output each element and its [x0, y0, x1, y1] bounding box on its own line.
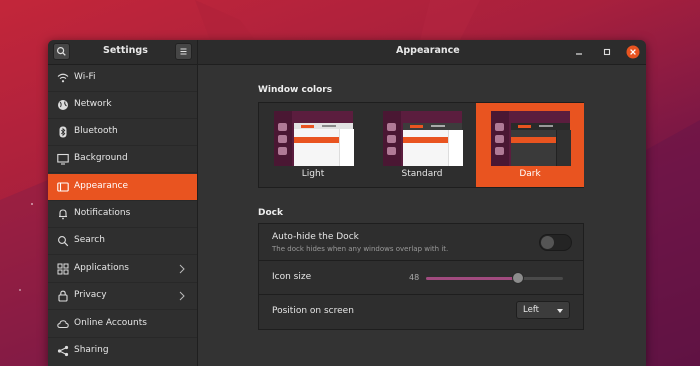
- sidebar-item-label: Bluetooth: [74, 126, 118, 136]
- bluetooth-icon: [59, 126, 67, 138]
- chevron-right-icon: [179, 264, 185, 274]
- theme-option-light[interactable]: Light: [259, 103, 367, 187]
- sidebar-item-applications[interactable]: Applications: [48, 256, 197, 283]
- background-icon: [57, 153, 69, 165]
- sidebar-item-wifi[interactable]: Wi-Fi: [48, 65, 197, 92]
- sidebar-item-search[interactable]: Search: [48, 228, 197, 255]
- dock-settings: Auto-hide the Dock The dock hides when a…: [258, 223, 584, 330]
- header-bar: Settings Appearance: [48, 40, 646, 65]
- sidebar-item-label: Search: [74, 235, 105, 245]
- lock-icon: [58, 290, 68, 302]
- theme-preview: [383, 111, 463, 166]
- sidebar-item-appearance[interactable]: Appearance: [48, 174, 197, 201]
- search-icon: [56, 46, 66, 56]
- settings-window: Settings Appearance Wi-Fi Network Blueto…: [48, 40, 646, 366]
- sidebar-item-privacy[interactable]: Privacy: [48, 283, 197, 310]
- sidebar-item-background[interactable]: Background: [48, 146, 197, 173]
- theme-preview: [274, 111, 354, 166]
- sidebar-item-label: Notifications: [74, 208, 131, 218]
- close-icon[interactable]: [626, 45, 640, 59]
- sidebar-item-label: Privacy: [74, 290, 107, 300]
- window-colors-chooser: Light Standard Dark: [258, 102, 584, 188]
- autohide-label: Auto-hide the Dock: [272, 232, 359, 242]
- position-label: Position on screen: [272, 306, 354, 316]
- sidebar-item-network[interactable]: Network: [48, 92, 197, 119]
- theme-label: Light: [301, 169, 325, 179]
- sidebar-item-label: Background: [74, 153, 128, 163]
- position-dropdown[interactable]: Left: [516, 301, 570, 319]
- apps-grid-icon: [57, 263, 69, 275]
- position-row: Position on screen Left: [259, 295, 583, 329]
- maximize-icon[interactable]: [600, 45, 614, 59]
- share-icon: [57, 345, 69, 357]
- theme-option-standard[interactable]: Standard: [368, 103, 476, 187]
- appearance-icon: [57, 182, 69, 192]
- slider-handle[interactable]: [511, 272, 524, 284]
- icon-size-value: 48: [409, 273, 420, 282]
- sidebar-item-bluetooth[interactable]: Bluetooth: [48, 119, 197, 146]
- chevron-down-icon: [557, 309, 563, 313]
- sidebar-item-label: Appearance: [74, 181, 129, 191]
- sidebar-item-label: Wi-Fi: [74, 72, 96, 82]
- search-icon: [58, 236, 69, 247]
- theme-label: Dark: [519, 169, 541, 179]
- wifi-icon: [57, 73, 69, 83]
- autohide-row: Auto-hide the Dock The dock hides when a…: [259, 224, 583, 261]
- window-colors-heading: Window colors: [258, 85, 333, 95]
- sidebar-item-sharing[interactable]: Sharing: [48, 338, 197, 365]
- search-button[interactable]: [53, 43, 70, 60]
- sidebar-header: Settings: [48, 40, 198, 64]
- sidebar-item-label: Applications: [74, 263, 129, 273]
- sidebar-item-label: Online Accounts: [74, 318, 147, 328]
- sidebar: Wi-Fi Network Bluetooth Background Appea…: [48, 65, 198, 366]
- icon-size-slider-area: 48: [259, 268, 583, 288]
- theme-option-dark[interactable]: Dark: [476, 103, 584, 187]
- icon-size-row: Icon size 48: [259, 261, 583, 295]
- menu-button[interactable]: [175, 43, 192, 60]
- main-panel: Window colors Light Standard Dark Dock A…: [198, 65, 646, 366]
- chevron-right-icon: [179, 291, 185, 301]
- slider-fill: [426, 277, 518, 280]
- minimize-icon[interactable]: [572, 45, 586, 59]
- position-value: Left: [523, 305, 539, 315]
- dock-heading: Dock: [258, 208, 283, 218]
- network-icon: [58, 100, 68, 110]
- settings-title: Settings: [103, 45, 148, 56]
- icon-size-slider[interactable]: [426, 272, 563, 284]
- theme-preview: [491, 111, 571, 166]
- autohide-description: The dock hides when any windows overlap …: [272, 245, 449, 253]
- sidebar-item-notifications[interactable]: Notifications: [48, 201, 197, 228]
- bell-icon: [59, 209, 67, 220]
- autohide-toggle[interactable]: [539, 234, 572, 251]
- sidebar-item-online-accounts[interactable]: Online Accounts: [48, 311, 197, 338]
- cloud-icon: [57, 320, 69, 328]
- hamburger-menu-icon: [180, 48, 187, 55]
- sidebar-item-label: Sharing: [74, 345, 109, 355]
- theme-label: Standard: [401, 169, 443, 179]
- sidebar-item-label: Network: [74, 99, 112, 109]
- page-title: Appearance: [396, 45, 460, 56]
- toggle-knob: [541, 236, 554, 249]
